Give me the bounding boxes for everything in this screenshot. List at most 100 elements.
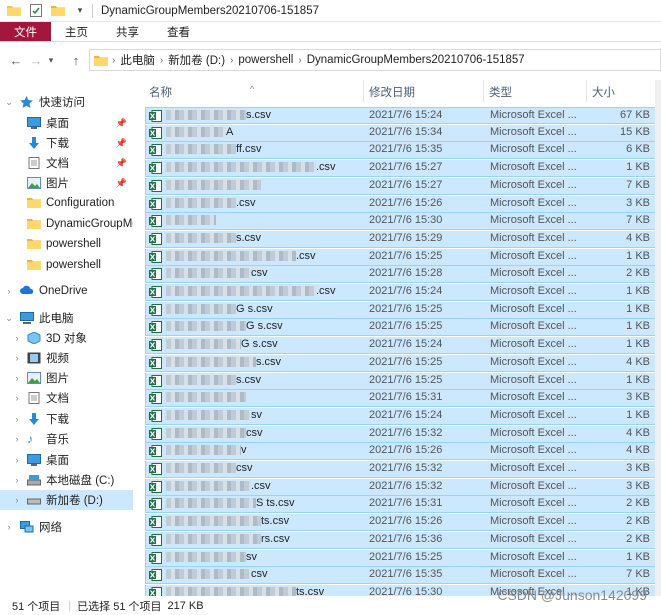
column-header-type[interactable]: 类型 [489,84,512,100]
chevron-right-icon[interactable]: › [12,393,22,403]
new-folder-icon[interactable] [50,3,66,19]
file-row[interactable]: s.csv 2021/7/6 15:24 Microsoft Excel ... 67… [145,107,657,124]
sidebar-item-3d-objects[interactable]: › 3D 对象 [0,328,133,348]
sidebar-item-pictures[interactable]: 图片 📌 [0,173,133,193]
tab-share[interactable]: 共享 [102,22,153,41]
sidebar-item-documents-pc[interactable]: › 文档 [0,388,133,408]
sidebar-item-pictures-pc[interactable]: › 图片 [0,368,133,388]
chevron-down-icon[interactable]: ⌄ [4,313,14,324]
pin-icon[interactable]: 📌 [116,138,127,149]
chevron-right-icon[interactable]: › [12,475,22,485]
excel-file-icon [149,179,162,192]
file-row[interactable]: G s.csv 2021/7/6 15:24 Microsoft Excel ...… [145,337,657,355]
file-row[interactable]: ts.csv 2021/7/6 15:26 Microsoft Excel ... 2… [145,514,657,532]
sidebar-item-dynamicgroupme[interactable]: DynamicGroupMe [0,214,133,234]
file-date: 2021/7/6 15:36 [369,532,443,545]
vertical-scrollbar[interactable] [655,80,661,596]
file-row[interactable]: v 2021/7/6 15:26 Microsoft Excel ... 4 KB [145,443,657,461]
file-row[interactable]: 2021/7/6 15:27 Microsoft Excel ... 7 KB [145,177,657,195]
file-name-suffix: .csv [251,479,271,492]
file-row[interactable]: 2021/7/6 15:30 Microsoft Excel ... 7 KB [145,213,657,231]
file-row[interactable]: sv 2021/7/6 15:24 Microsoft Excel ... 1 KB [145,407,657,425]
file-row[interactable]: G s.csv 2021/7/6 15:25 Microsoft Excel ...… [145,301,657,319]
file-row[interactable]: csv 2021/7/6 15:35 Microsoft Excel ... 7 KB [145,567,657,585]
file-row[interactable]: .csv 2021/7/6 15:32 Microsoft Excel ... 3 K… [145,478,657,496]
sidebar-item-drive-c[interactable]: › 本地磁盘 (C:) [0,470,133,490]
excel-file-icon [149,232,162,245]
sidebar-item-desktop-pc[interactable]: › 桌面 [0,450,133,470]
column-divider[interactable] [483,80,484,102]
column-header-name[interactable]: 名称 [149,84,172,100]
folder-icon [27,218,41,230]
file-row[interactable]: S ts.csv 2021/7/6 15:31 Microsoft Excel ..… [145,496,657,514]
file-row[interactable]: csv 2021/7/6 15:32 Microsoft Excel ... 4 KB [145,425,657,443]
address-bar[interactable]: › 此电脑 › 新加卷 (D:) › powershell › DynamicG… [89,49,661,71]
sidebar-item-onedrive[interactable]: › OneDrive [0,281,133,301]
navigation-bar: ← → ▾ ↑ › 此电脑 › 新加卷 (D:) › powershell › … [0,44,661,76]
pin-icon[interactable]: 📌 [116,178,127,189]
column-divider[interactable] [363,80,364,102]
sidebar-item-configuration[interactable]: Configuration [0,193,133,213]
breadcrumb-drive-d[interactable]: 新加卷 (D:) [168,52,225,68]
chevron-right-icon[interactable]: › [12,455,22,465]
file-row[interactable]: s.csv 2021/7/6 15:29 Microsoft Excel ... 4 … [145,230,657,248]
file-row[interactable]: .csv 2021/7/6 15:27 Microsoft Excel ... 1 K… [145,160,657,178]
column-header-size[interactable]: 大小 [592,84,615,100]
sidebar-item-network[interactable]: › 网络 [0,517,133,537]
file-row[interactable]: .csv 2021/7/6 15:24 Microsoft Excel ... 1 K… [145,284,657,301]
sidebar-item-videos[interactable]: › 视频 [0,348,133,368]
breadcrumb-powershell[interactable]: powershell [238,54,293,66]
chevron-right-icon[interactable]: › [12,434,22,444]
file-row[interactable]: .csv 2021/7/6 15:26 Microsoft Excel ... 3 K… [145,195,657,213]
up-arrow-icon[interactable]: ↑ [66,50,86,70]
chevron-right-icon[interactable]: › [4,522,14,532]
folder-icon [27,197,41,209]
tab-home[interactable]: 主页 [51,22,102,41]
quick-access-dropdown-icon[interactable]: ▾ [72,3,88,19]
file-size: 1 KB [626,302,650,315]
tab-file[interactable]: 文件 [0,22,51,41]
breadcrumb-current-folder[interactable]: DynamicGroupMembers20210706-151857 [307,54,525,66]
sidebar-item-music[interactable]: › ♪ 音乐 [0,429,133,449]
sidebar-item-powershell[interactable]: powershell [0,234,133,254]
properties-icon[interactable] [28,3,44,19]
ribbon-tabs: 文件 主页 共享 查看 [0,22,661,42]
chevron-right-icon[interactable]: › [12,495,22,505]
recent-locations-icon[interactable]: ▾ [45,50,57,70]
sidebar-item-this-pc[interactable]: ⌄ 此电脑 [0,308,133,328]
file-row[interactable]: A 2021/7/6 15:34 Microsoft Excel ... 15 KB [145,124,657,142]
sidebar-item-quick-access[interactable]: ⌄ 快速访问 [0,92,133,112]
forward-arrow-icon[interactable]: → [26,50,46,70]
file-row[interactable]: csv 2021/7/6 15:28 Microsoft Excel ... 2 KB [145,266,657,284]
file-name: csv [166,427,263,439]
file-row[interactable]: 2021/7/6 15:31 Microsoft Excel ... 3 KB [145,390,657,408]
column-divider[interactable] [586,80,587,102]
chevron-right-icon[interactable]: › [12,333,22,343]
file-row[interactable]: G s.csv 2021/7/6 15:25 Microsoft Excel ...… [145,319,657,337]
chevron-right-icon[interactable]: › [12,373,22,383]
breadcrumb-this-pc[interactable]: 此电脑 [120,52,155,68]
sidebar-item-desktop[interactable]: 桌面 📌 [0,113,133,133]
chevron-down-icon[interactable]: ⌄ [4,97,14,108]
file-row[interactable]: sv 2021/7/6 15:25 Microsoft Excel ... 1 KB [145,549,657,567]
file-row[interactable]: rs.csv 2021/7/6 15:36 Microsoft Excel ... 2… [145,531,657,549]
sidebar-item-powershell-2[interactable]: powershell [0,255,133,275]
sidebar-item-downloads-pc[interactable]: › 下载 [0,409,133,429]
sidebar-item-drive-d[interactable]: › 新加卷 (D:) [0,490,133,510]
chevron-right-icon[interactable]: › [12,353,22,363]
back-arrow-icon[interactable]: ← [6,50,26,70]
sidebar-item-downloads[interactable]: 下载 📌 [0,133,133,153]
pin-icon[interactable]: 📌 [116,158,127,169]
file-row[interactable]: ff.csv 2021/7/6 15:35 Microsoft Excel ... 6… [145,142,657,160]
sidebar-item-documents[interactable]: 文档 📌 [0,153,133,173]
file-row[interactable]: .csv 2021/7/6 15:25 Microsoft Excel ... 1 K… [145,248,657,266]
file-date: 2021/7/6 15:30 [369,585,443,596]
chevron-right-icon[interactable]: › [12,414,22,424]
chevron-right-icon[interactable]: › [4,286,14,296]
pin-icon[interactable]: 📌 [116,118,127,129]
file-row[interactable]: s.csv 2021/7/6 15:25 Microsoft Excel ... 4 … [145,354,657,372]
file-row[interactable]: csv 2021/7/6 15:32 Microsoft Excel ... 3 KB [145,461,657,478]
file-row[interactable]: s.csv 2021/7/6 15:25 Microsoft Excel ... 1 … [145,372,657,390]
tab-view[interactable]: 查看 [153,22,204,41]
column-header-date[interactable]: 修改日期 [369,84,415,100]
